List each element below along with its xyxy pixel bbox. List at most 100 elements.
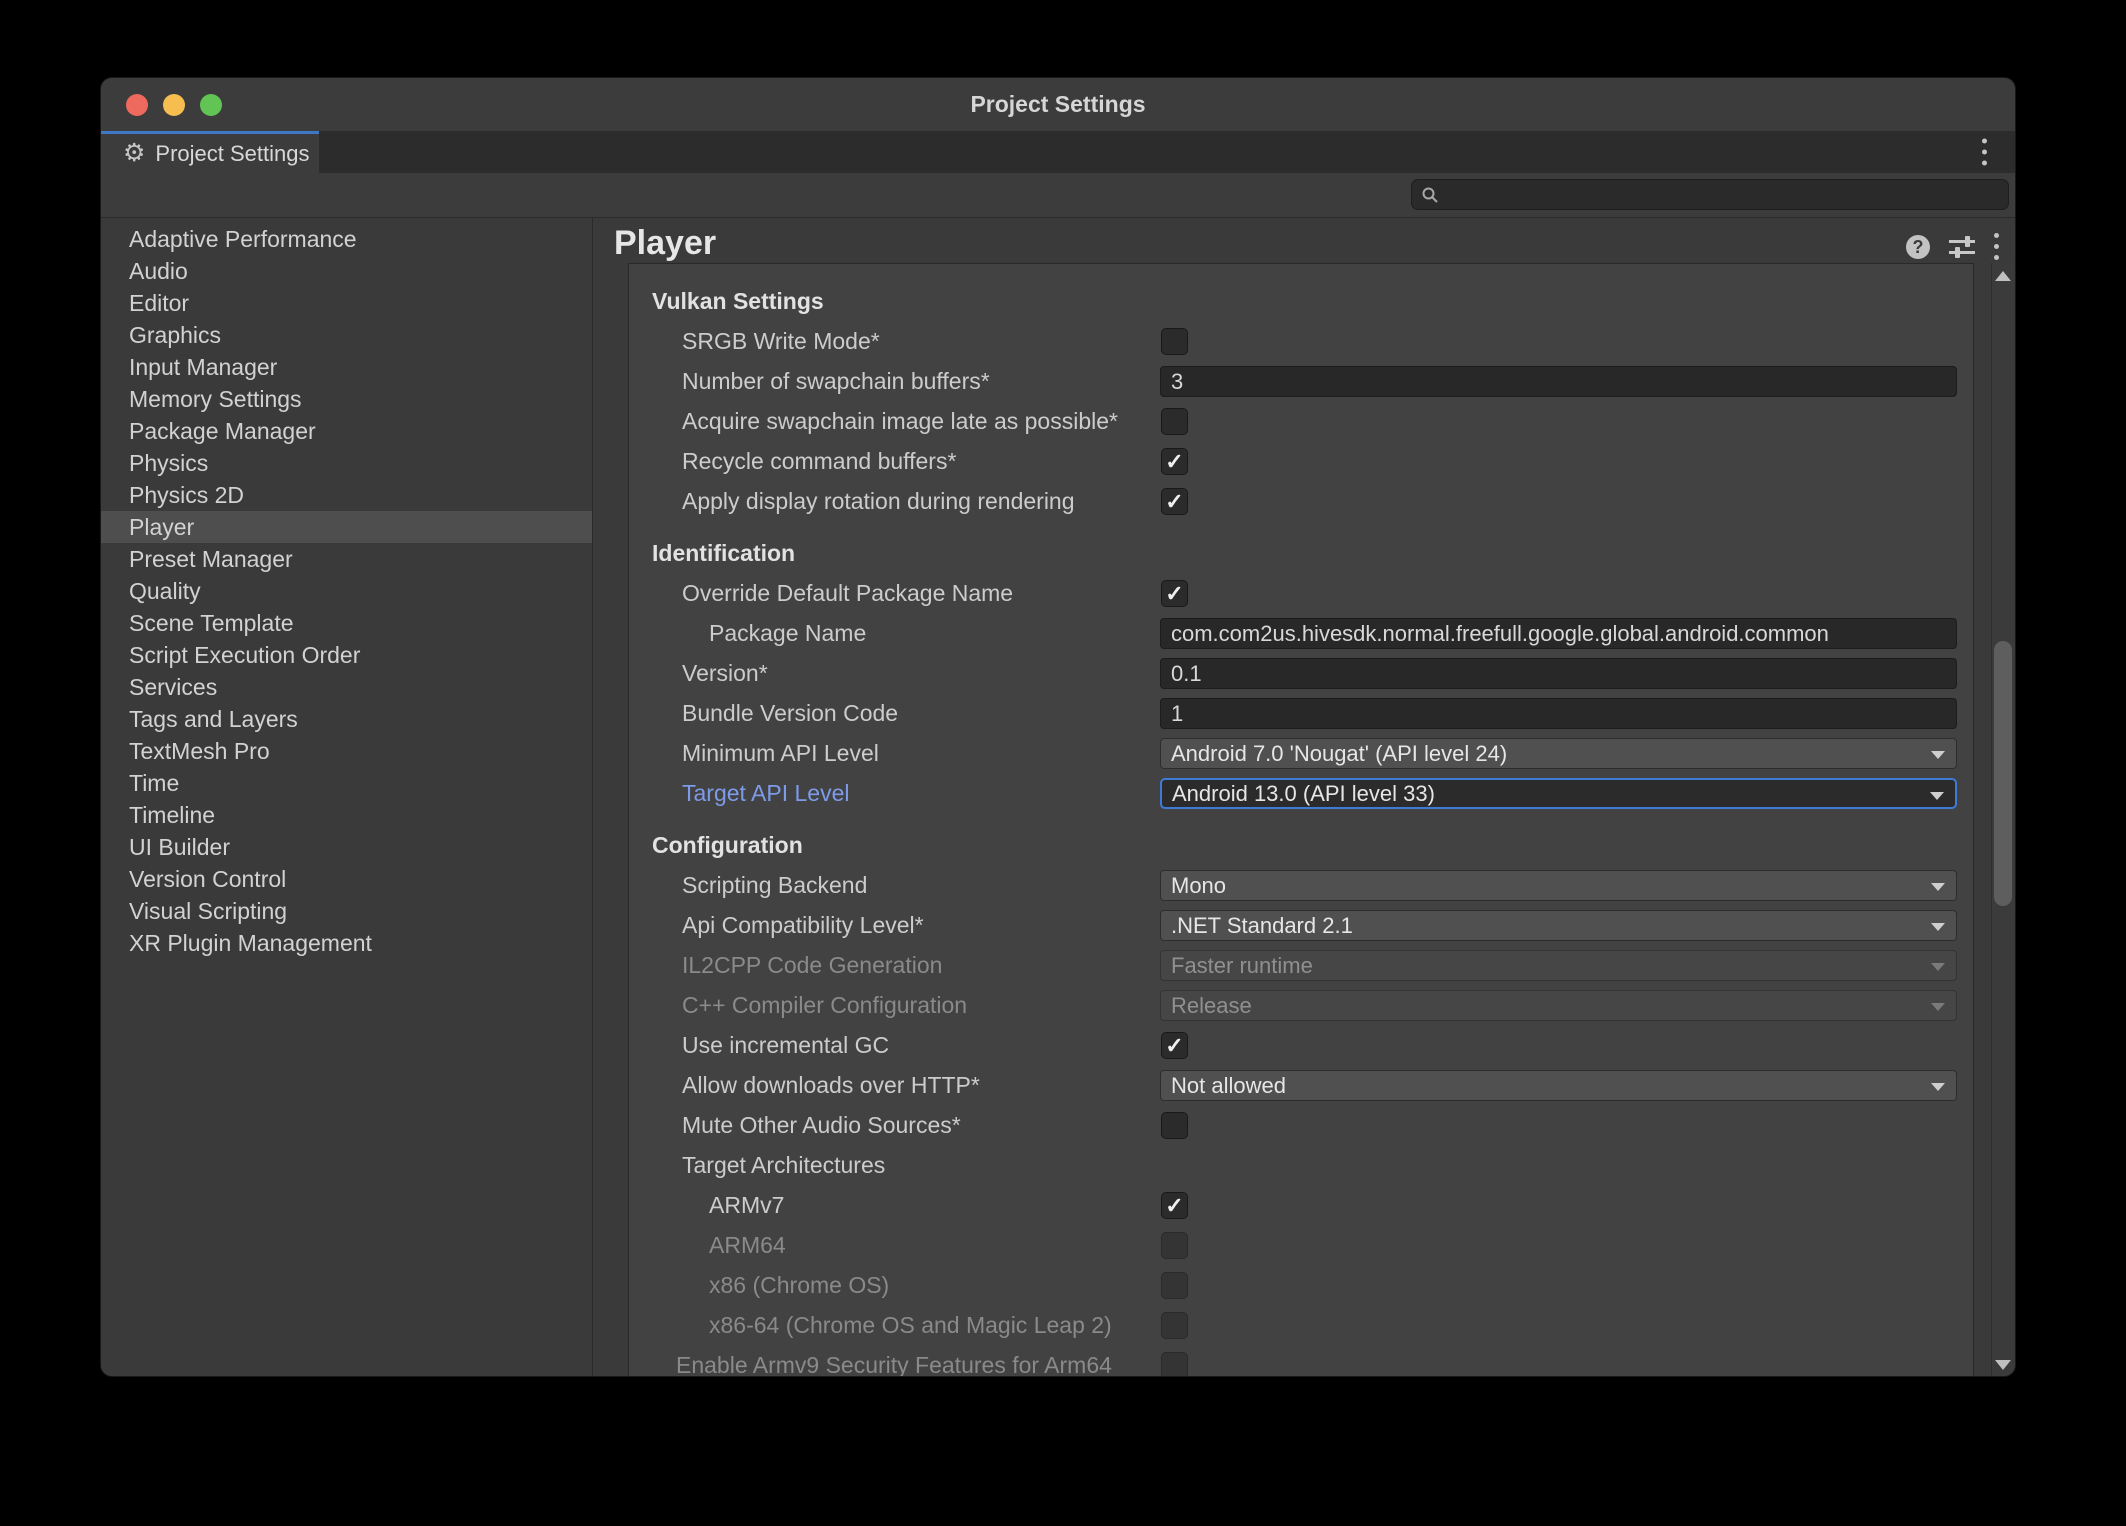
- zoom-button[interactable]: [200, 94, 222, 116]
- sidebar-item-memory-settings[interactable]: Memory Settings: [101, 383, 592, 415]
- label-enable-armv9-security-features-for-arm64: Enable Armv9 Security Features for Arm64: [676, 1345, 1112, 1377]
- target-api-level-dropdown[interactable]: Android 13.0 (API level 33): [1160, 778, 1957, 809]
- sidebar-item-tags-and-layers[interactable]: Tags and Layers: [101, 703, 592, 735]
- sidebar-item-timeline[interactable]: Timeline: [101, 799, 592, 831]
- armv7-checkbox[interactable]: ✓: [1161, 1192, 1188, 1219]
- il2cpp-code-generation-dropdown: Faster runtime: [1160, 950, 1957, 981]
- sidebar-item-player[interactable]: Player: [101, 511, 592, 543]
- allow-downloads-over-http-dropdown[interactable]: Not allowed: [1160, 1070, 1957, 1101]
- dropdown-arrow-icon: [1930, 792, 1944, 800]
- recycle-command-buffers-checkbox[interactable]: ✓: [1161, 448, 1188, 475]
- package-name-field[interactable]: [1160, 618, 1957, 649]
- acquire-swapchain-image-late-as-possible-checkbox[interactable]: [1161, 408, 1188, 435]
- label-recycle-command-buffers: Recycle command buffers*: [682, 441, 956, 481]
- search-box[interactable]: [1411, 179, 2009, 210]
- section-identification: IdentificationOverride Default Package N…: [629, 533, 1973, 813]
- gear-icon: ⚙: [123, 141, 145, 166]
- setting-row-scripting-backend: Scripting Backend Mono: [629, 865, 1973, 905]
- dropdown-arrow-icon: [1931, 1003, 1945, 1011]
- version-field[interactable]: [1160, 658, 1957, 689]
- minimum-api-level-dropdown[interactable]: Android 7.0 'Nougat' (API level 24): [1160, 738, 1957, 769]
- bundle-version-code-field[interactable]: [1160, 698, 1957, 729]
- label-acquire-swapchain-image-late-as-possible: Acquire swapchain image late as possible…: [682, 401, 1118, 441]
- setting-row-use-incremental-gc: Use incremental GC ✓: [629, 1025, 1973, 1065]
- content-area: Adaptive PerformanceAudioEditorGraphicsI…: [101, 218, 2015, 1376]
- sidebar-item-script-execution-order[interactable]: Script Execution Order: [101, 639, 592, 671]
- vertical-scrollbar[interactable]: [1991, 263, 2014, 1377]
- label-x86-64-chrome-os-and-magic-leap-2: x86-64 (Chrome OS and Magic Leap 2): [709, 1305, 1112, 1345]
- dropdown-arrow-icon: [1931, 923, 1945, 931]
- scripting-backend-dropdown[interactable]: Mono: [1160, 870, 1957, 901]
- setting-row-enable-armv9-security-features-for-arm64: Enable Armv9 Security Features for Arm64: [629, 1345, 1973, 1377]
- setting-row-package-name: Package Name: [629, 613, 1973, 653]
- sidebar-item-preset-manager[interactable]: Preset Manager: [101, 543, 592, 575]
- setting-row-override-default-package-name: Override Default Package Name✓: [629, 573, 1973, 613]
- number-of-swapchain-buffers-field[interactable]: [1160, 366, 1957, 397]
- mute-other-audio-sources-checkbox[interactable]: [1161, 1112, 1188, 1139]
- sidebar-item-package-manager[interactable]: Package Manager: [101, 415, 592, 447]
- dropdown-arrow-icon: [1931, 1083, 1945, 1091]
- titlebar: Project Settings: [101, 78, 2015, 131]
- label-target-architectures: Target Architectures: [682, 1145, 885, 1185]
- label-target-api-level: Target API Level: [682, 773, 850, 813]
- scroll-up-arrow[interactable]: [1995, 271, 2011, 281]
- setting-row-number-of-swapchain-buffers: Number of swapchain buffers*: [629, 361, 1973, 401]
- sidebar-item-xr-plugin-management[interactable]: XR Plugin Management: [101, 927, 592, 959]
- sidebar-item-physics-2d[interactable]: Physics 2D: [101, 479, 592, 511]
- sidebar-item-version-control[interactable]: Version Control: [101, 863, 592, 895]
- setting-row-x86-64-chrome-os-and-magic-leap-2: x86-64 (Chrome OS and Magic Leap 2): [629, 1305, 1973, 1345]
- label-apply-display-rotation-during-rendering: Apply display rotation during rendering: [682, 481, 1075, 521]
- api-compatibility-level-dropdown[interactable]: .NET Standard 2.1: [1160, 910, 1957, 941]
- section-configuration: ConfigurationScripting BackendMonoApi Co…: [629, 825, 1973, 1377]
- setting-row-apply-display-rotation-during-rendering: Apply display rotation during rendering ✓: [629, 481, 1973, 521]
- sidebar-item-graphics[interactable]: Graphics: [101, 319, 592, 351]
- scrollbar-thumb[interactable]: [1994, 641, 2012, 906]
- apply-display-rotation-during-rendering-checkbox[interactable]: ✓: [1161, 488, 1188, 515]
- sidebar-item-services[interactable]: Services: [101, 671, 592, 703]
- sidebar-item-input-manager[interactable]: Input Manager: [101, 351, 592, 383]
- sidebar-item-quality[interactable]: Quality: [101, 575, 592, 607]
- sidebar-item-physics[interactable]: Physics: [101, 447, 592, 479]
- section-vulkan-settings: Vulkan SettingsSRGB Write Mode*Number of…: [629, 281, 1973, 521]
- label-il2cpp-code-generation: IL2CPP Code Generation: [682, 945, 942, 985]
- sidebar-item-time[interactable]: Time: [101, 767, 592, 799]
- sidebar-item-ui-builder[interactable]: UI Builder: [101, 831, 592, 863]
- override-default-package-name-checkbox[interactable]: ✓: [1161, 580, 1188, 607]
- label-use-incremental-gc: Use incremental GC: [682, 1025, 889, 1065]
- setting-row-arm64: ARM64: [629, 1225, 1973, 1265]
- minimize-button[interactable]: [163, 94, 185, 116]
- use-incremental-gc-checkbox[interactable]: ✓: [1161, 1032, 1188, 1059]
- page-title: Player: [614, 223, 716, 263]
- scroll-down-arrow[interactable]: [1995, 1360, 2011, 1370]
- srgb-write-mode-checkbox[interactable]: [1161, 328, 1188, 355]
- more-options-icon[interactable]: [1994, 233, 1999, 260]
- window-title: Project Settings: [101, 78, 2015, 131]
- sidebar-item-scene-template[interactable]: Scene Template: [101, 607, 592, 639]
- label-bundle-version-code: Bundle Version Code: [682, 693, 898, 733]
- x86-chrome-os-checkbox: [1161, 1272, 1188, 1299]
- tab-bar-more-button[interactable]: [1982, 139, 1987, 166]
- arm64-checkbox: [1161, 1232, 1188, 1259]
- search-input[interactable]: [1446, 183, 1999, 206]
- section-header-configuration: Configuration: [629, 825, 1973, 865]
- setting-row-allow-downloads-over-http: Allow downloads over HTTP*Not allowed: [629, 1065, 1973, 1105]
- label-minimum-api-level: Minimum API Level: [682, 733, 879, 773]
- setting-row-c-compiler-configuration: C++ Compiler ConfigurationRelease: [629, 985, 1973, 1025]
- close-button[interactable]: [126, 94, 148, 116]
- dropdown-arrow-icon: [1931, 751, 1945, 759]
- tab-project-settings[interactable]: ⚙ Project Settings: [101, 131, 319, 173]
- label-scripting-backend: Scripting Backend: [682, 865, 867, 905]
- sidebar-item-editor[interactable]: Editor: [101, 287, 592, 319]
- sidebar-item-audio[interactable]: Audio: [101, 255, 592, 287]
- label-c-compiler-configuration: C++ Compiler Configuration: [682, 985, 967, 1025]
- tab-label: Project Settings: [155, 141, 309, 167]
- dropdown-arrow-icon: [1931, 883, 1945, 891]
- sidebar-item-adaptive-performance[interactable]: Adaptive Performance: [101, 223, 592, 255]
- help-icon[interactable]: ?: [1906, 235, 1930, 259]
- sidebar-item-textmesh-pro[interactable]: TextMesh Pro: [101, 735, 592, 767]
- presets-icon[interactable]: [1949, 236, 1975, 258]
- toolbar: [101, 173, 2015, 218]
- sidebar-item-visual-scripting[interactable]: Visual Scripting: [101, 895, 592, 927]
- label-x86-chrome-os: x86 (Chrome OS): [709, 1265, 889, 1305]
- label-package-name: Package Name: [709, 613, 866, 653]
